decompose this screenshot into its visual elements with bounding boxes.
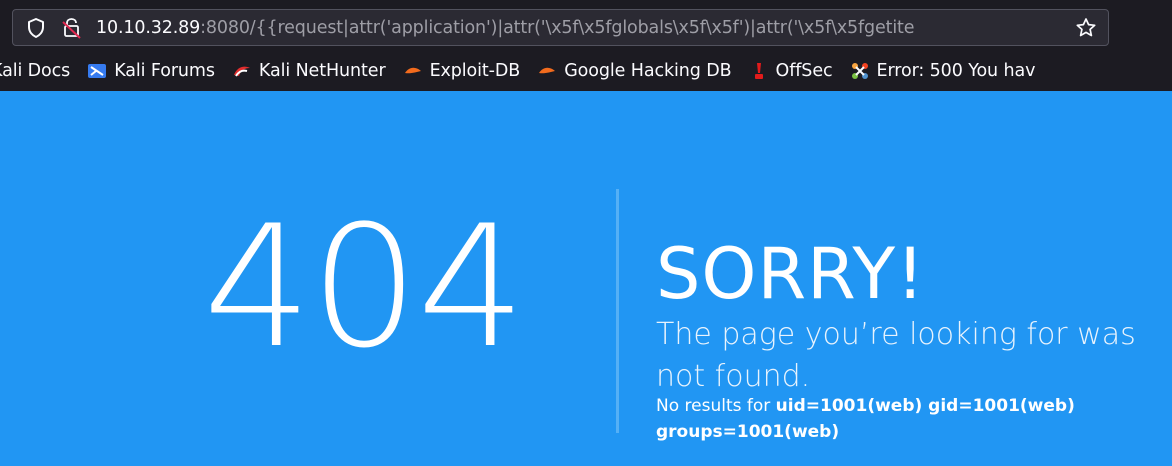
- error-message: The page you’re looking for was not foun…: [656, 317, 1136, 394]
- url-bar[interactable]: 10.10.32.89:8080/{{request|attr('applica…: [12, 9, 1109, 46]
- bookmark-label: Error: 500 You hav: [876, 61, 1036, 81]
- browser-chrome: 10.10.32.89:8080/{{request|attr('applica…: [0, 0, 1172, 91]
- bookmark-kali-forums[interactable]: Kali Forums: [87, 61, 215, 81]
- nethunter-icon: [232, 61, 252, 81]
- bookmark-label: Exploit-DB: [429, 61, 521, 81]
- ghdb-icon: [537, 61, 557, 81]
- error-heading: SORRY!: [656, 232, 926, 315]
- error-detail: No results for uid=1001(web) gid=1001(we…: [656, 393, 1156, 445]
- kali-forums-icon: [87, 61, 107, 81]
- offsec-icon: [749, 61, 769, 81]
- bookmark-label: OffSec: [775, 61, 833, 81]
- bookmark-label: Kali NetHunter: [258, 61, 386, 81]
- error-page: 404 SORRY! The page you’re looking for w…: [0, 91, 1172, 466]
- bookmark-label: Google Hacking DB: [564, 61, 732, 81]
- divider: [616, 189, 619, 433]
- bookmark-offsec[interactable]: OffSec: [749, 61, 833, 81]
- joomla-icon: [850, 61, 870, 81]
- bookmarks-toolbar: Kali Docs Kali Forums Kali NetHunter: [0, 57, 1052, 85]
- url-host: 10.10.32.89: [96, 17, 201, 38]
- bookmark-kali-docs[interactable]: Kali Docs: [0, 61, 70, 81]
- bookmark-label: Kali Forums: [114, 61, 215, 81]
- bookmark-error-500[interactable]: Error: 500 You hav: [850, 61, 1036, 81]
- exploitdb-icon: [403, 61, 423, 81]
- url-text[interactable]: 10.10.32.89:8080/{{request|attr('applica…: [96, 18, 1064, 38]
- bookmark-label: Kali Docs: [0, 61, 71, 81]
- bookmark-star-icon[interactable]: [1074, 16, 1098, 40]
- insecure-lock-icon[interactable]: [60, 16, 84, 40]
- bookmark-exploit-db[interactable]: Exploit-DB: [403, 61, 521, 81]
- bookmark-google-hacking-db[interactable]: Google Hacking DB: [537, 61, 732, 81]
- url-path: :8080/{{request|attr('application')|attr…: [200, 17, 915, 38]
- shield-icon[interactable]: [26, 17, 46, 39]
- detail-prefix: No results for: [656, 396, 776, 416]
- bookmark-kali-nethunter[interactable]: Kali NetHunter: [232, 61, 386, 81]
- error-code: 404: [203, 189, 526, 385]
